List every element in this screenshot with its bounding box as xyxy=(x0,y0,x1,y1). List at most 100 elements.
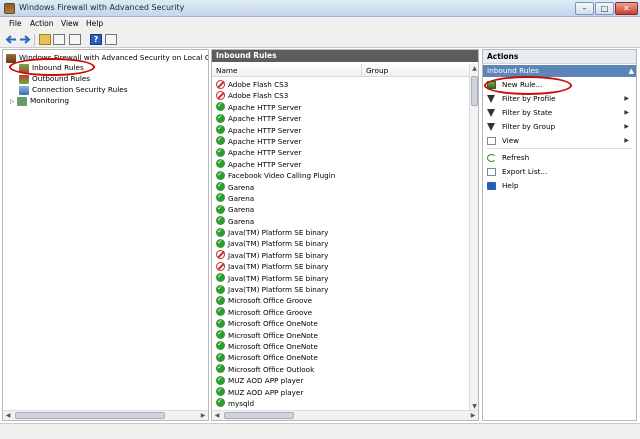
allow-check-icon xyxy=(216,112,225,123)
table-row[interactable]: Garena xyxy=(212,191,470,204)
table-row[interactable]: Garena xyxy=(212,214,470,227)
column-header-group[interactable]: Group xyxy=(362,64,470,77)
table-row[interactable]: Apache HTTP Server xyxy=(212,100,470,113)
expand-arrow-icon[interactable]: ▷ xyxy=(10,96,17,107)
table-row[interactable]: Microsoft Office OneNote xyxy=(212,339,470,352)
table-row[interactable]: Apache HTTP Server xyxy=(212,134,470,147)
table-row[interactable]: Java(TM) Platform SE binary xyxy=(212,283,470,295)
rule-name: Java(TM) Platform SE binary xyxy=(228,239,329,249)
maximize-button[interactable]: □ xyxy=(595,2,614,15)
show-hide-tree-icon[interactable] xyxy=(53,34,65,45)
action-label: View xyxy=(502,136,520,145)
table-row[interactable]: Apache HTTP Server xyxy=(212,123,470,136)
forward-arrow-icon[interactable] xyxy=(19,34,31,45)
table-row[interactable]: Microsoft Office OneNote xyxy=(212,351,470,363)
table-row[interactable]: Java(TM) Platform SE binary xyxy=(212,237,470,249)
connection-security-icon xyxy=(19,85,29,95)
up-folder-icon[interactable] xyxy=(39,34,51,45)
rules-horizontal-scrollbar[interactable]: ◀ ▶ xyxy=(212,410,478,420)
rule-name: Apache HTTP Server xyxy=(228,159,302,169)
action-filter-by-profile[interactable]: Filter by Profile ▶ xyxy=(483,93,633,105)
table-row[interactable]: Garena xyxy=(212,203,470,215)
action-label: Filter by State xyxy=(502,108,553,117)
table-row[interactable]: Java(TM) Platform SE binary xyxy=(212,250,470,261)
table-row[interactable]: Apache HTTP Server xyxy=(212,146,470,158)
scroll-left-arrow-icon[interactable]: ◀ xyxy=(3,411,13,420)
table-row[interactable]: MUZ AOD APP player xyxy=(212,374,470,386)
tree-item-connection-security-rules[interactable]: Connection Security Rules xyxy=(19,84,128,95)
table-row[interactable]: Microsoft Office Groove xyxy=(212,294,470,306)
allow-check-icon xyxy=(216,180,225,191)
allow-check-icon xyxy=(216,294,225,305)
firewall-app-icon xyxy=(4,3,15,14)
allow-check-icon xyxy=(216,271,225,283)
action-filter-by-state[interactable]: Filter by State ▶ xyxy=(483,107,633,119)
table-row[interactable]: Apache HTTP Server xyxy=(212,157,470,170)
menu-view[interactable]: View xyxy=(61,19,79,28)
scroll-thumb[interactable] xyxy=(471,76,478,106)
scroll-left-arrow-icon[interactable]: ◀ xyxy=(212,411,222,420)
action-label: Export List... xyxy=(502,167,548,176)
allow-check-icon xyxy=(216,214,225,226)
action-new-rule[interactable]: New Rule... xyxy=(483,79,633,91)
action-export-list[interactable]: Export List... xyxy=(483,166,633,178)
tree-horizontal-scrollbar[interactable]: ◀ ▶ xyxy=(3,410,208,420)
table-row[interactable]: Java(TM) Platform SE binary xyxy=(212,261,470,272)
table-row[interactable]: Java(TM) Platform SE binary xyxy=(212,226,470,238)
table-row[interactable]: Microsoft Office OneNote xyxy=(212,317,470,329)
export-icon[interactable] xyxy=(69,34,81,45)
rules-vertical-scrollbar[interactable]: ▲ ▼ xyxy=(469,64,478,411)
allow-check-icon xyxy=(216,203,225,214)
table-row[interactable]: Microsoft Office Groove xyxy=(212,305,470,318)
menu-file[interactable]: File xyxy=(9,19,22,28)
rule-name: Adobe Flash CS3 xyxy=(228,80,289,89)
allow-check-icon xyxy=(216,328,225,339)
menu-help[interactable]: Help xyxy=(86,19,103,28)
allow-check-icon xyxy=(216,351,225,362)
menu-action[interactable]: Action xyxy=(30,19,54,28)
action-view[interactable]: View ▶ xyxy=(483,135,633,147)
tree-item-monitoring[interactable]: ▷ Monitoring xyxy=(10,95,69,106)
rule-name: MUZ AOD APP player xyxy=(228,387,304,397)
collapse-caret-icon[interactable]: ▲ xyxy=(629,65,634,77)
allow-check-icon xyxy=(216,134,225,146)
tree-item-inbound-rules[interactable]: Inbound Rules xyxy=(19,62,84,73)
scroll-right-arrow-icon[interactable]: ▶ xyxy=(468,411,478,420)
scroll-thumb[interactable] xyxy=(15,412,165,419)
rule-name: Garena xyxy=(228,205,255,215)
actions-section-inbound-rules[interactable]: Inbound Rules ▲ xyxy=(483,65,636,77)
scroll-up-arrow-icon[interactable]: ▲ xyxy=(470,64,478,73)
scroll-thumb[interactable] xyxy=(224,412,294,419)
table-row[interactable]: Facebook Video Calling Plugin xyxy=(212,169,470,181)
scroll-right-arrow-icon[interactable]: ▶ xyxy=(198,411,208,420)
minimize-button[interactable]: – xyxy=(575,2,594,15)
allow-check-icon xyxy=(216,305,225,317)
allow-check-icon xyxy=(216,374,225,385)
table-row[interactable]: Java(TM) Platform SE binary xyxy=(212,271,470,284)
action-refresh[interactable]: Refresh xyxy=(483,152,633,164)
table-row[interactable]: Garena xyxy=(212,180,470,193)
close-button[interactable]: ✕ xyxy=(615,2,638,15)
allow-check-icon xyxy=(216,157,225,169)
tree-root-label: Windows Firewall with Advanced Security … xyxy=(19,53,208,62)
allow-check-icon xyxy=(216,362,225,374)
action-label: Help xyxy=(502,181,519,190)
table-row[interactable]: mysqld xyxy=(212,396,470,409)
action-help[interactable]: Help xyxy=(483,180,633,192)
table-row[interactable]: Apache HTTP Server xyxy=(212,112,470,124)
action-label: Filter by Profile xyxy=(502,94,556,103)
rule-name: Apache HTTP Server xyxy=(228,136,302,146)
column-header-name[interactable]: Name xyxy=(212,64,362,77)
table-row[interactable]: Microsoft Office OneNote xyxy=(212,328,470,341)
help-icon[interactable]: ? xyxy=(90,34,102,45)
tree-item-outbound-rules[interactable]: Outbound Rules xyxy=(19,73,90,84)
back-arrow-icon[interactable] xyxy=(5,34,17,45)
table-row[interactable]: Microsoft Office Outlook xyxy=(212,362,470,375)
table-row[interactable]: Adobe Flash CS3 xyxy=(212,79,470,90)
block-icon xyxy=(216,261,225,271)
table-row[interactable]: Adobe Flash CS3 xyxy=(212,90,470,101)
filter-icon xyxy=(487,95,495,103)
properties-icon[interactable] xyxy=(105,34,117,45)
action-filter-by-group[interactable]: Filter by Group ▶ xyxy=(483,121,633,133)
table-row[interactable]: MUZ AOD APP player xyxy=(212,385,470,398)
